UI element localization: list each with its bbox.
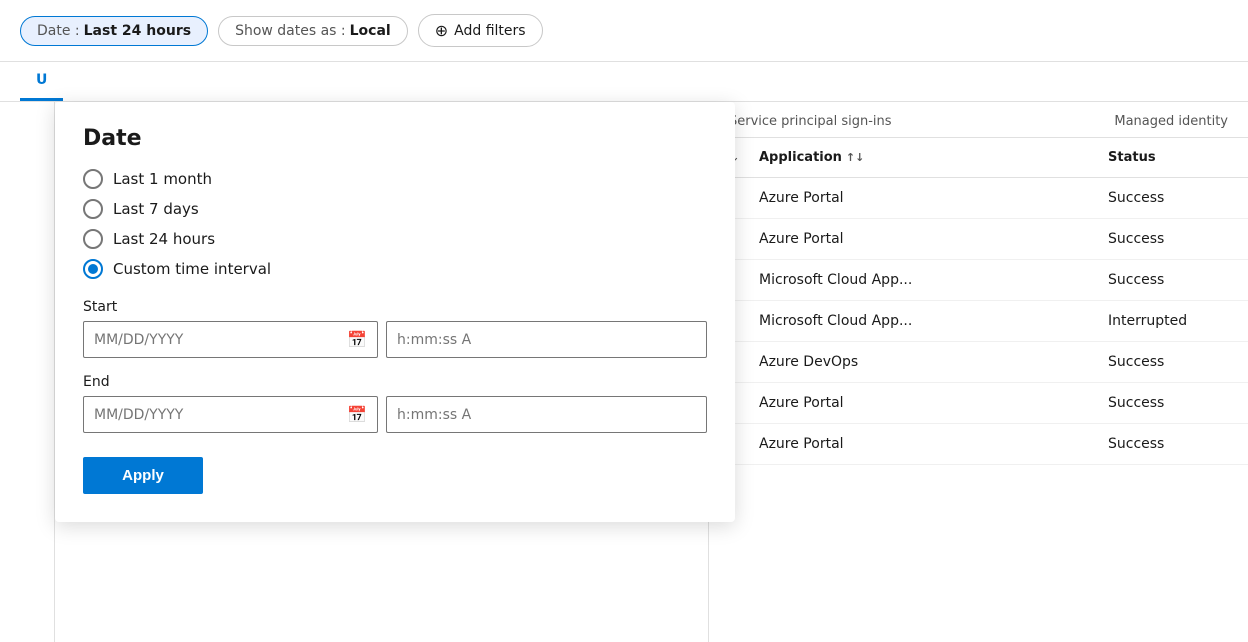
start-time-input[interactable]	[397, 332, 696, 348]
end-time-input-wrapper[interactable]	[386, 396, 707, 433]
start-date-input-wrapper[interactable]: 📅	[83, 321, 378, 358]
app-cell: Azure DevOps	[759, 354, 1108, 370]
status-cell: Success	[1108, 436, 1228, 452]
app-cell: Microsoft Cloud App...	[759, 313, 1108, 329]
status-cell: Success	[1108, 354, 1228, 370]
app-cell: Azure Portal	[759, 231, 1108, 247]
application-sort-icon[interactable]: ↑↓	[846, 151, 864, 164]
table-section-label: Service principal sign-ins Managed ident…	[709, 102, 1248, 138]
date-dropdown-title: Date	[83, 126, 707, 151]
end-date-input[interactable]	[94, 407, 347, 423]
start-fields-section: Start 📅	[83, 299, 707, 358]
date-filter-pill[interactable]: Date : Last 24 hours	[20, 16, 208, 46]
app-cell: Azure Portal	[759, 190, 1108, 206]
show-dates-label: Show dates as :	[235, 23, 346, 39]
col-status-header: Status	[1108, 150, 1228, 165]
add-filters-icon: ⊕	[435, 21, 448, 40]
radio-circle-last7days	[83, 199, 103, 219]
radio-circle-last1month	[83, 169, 103, 189]
table-row[interactable]: Azure Portal Success	[709, 219, 1248, 260]
start-time-input-wrapper[interactable]	[386, 321, 707, 358]
radio-circle-last24hours	[83, 229, 103, 249]
application-header-label: Application	[759, 150, 842, 165]
table-row[interactable]: Azure Portal Success	[709, 383, 1248, 424]
status-cell: Success	[1108, 231, 1228, 247]
end-label: End	[83, 374, 707, 390]
end-time-input[interactable]	[397, 407, 696, 423]
end-date-input-wrapper[interactable]: 📅	[83, 396, 378, 433]
add-filters-label: Add filters	[454, 23, 525, 39]
table-row[interactable]: Microsoft Cloud App... Interrupted	[709, 301, 1248, 342]
date-pill-label: Date :	[37, 23, 80, 39]
table-row[interactable]: Azure DevOps Success	[709, 342, 1248, 383]
radio-custom[interactable]: Custom time interval	[83, 259, 707, 279]
radio-label-last7days: Last 7 days	[113, 200, 199, 218]
table-row[interactable]: Azure Portal Success	[709, 424, 1248, 465]
service-principal-label: Service principal sign-ins	[729, 114, 892, 129]
app-cell: Azure Portal	[759, 436, 1108, 452]
show-dates-pill[interactable]: Show dates as : Local	[218, 16, 408, 46]
show-dates-value: Local	[350, 23, 391, 39]
radio-circle-custom	[83, 259, 103, 279]
radio-label-custom: Custom time interval	[113, 260, 271, 278]
table-area: Service principal sign-ins Managed ident…	[708, 102, 1248, 642]
radio-last1month[interactable]: Last 1 month	[83, 169, 707, 189]
add-filters-button[interactable]: ⊕ Add filters	[418, 14, 543, 47]
managed-identity-label: Managed identity	[1114, 114, 1228, 129]
radio-last24hours[interactable]: Last 24 hours	[83, 229, 707, 249]
page-wrapper: Date : Last 24 hours Show dates as : Loc…	[0, 0, 1248, 642]
end-date-row: 📅	[83, 396, 707, 433]
date-pill-value: Last 24 hours	[84, 23, 191, 39]
apply-button[interactable]: Apply	[83, 457, 203, 494]
start-label: Start	[83, 299, 707, 315]
left-strip	[0, 102, 55, 642]
start-date-input[interactable]	[94, 332, 347, 348]
radio-group: Last 1 month Last 7 days Last 24 hours C…	[83, 169, 707, 279]
radio-label-last24hours: Last 24 hours	[113, 230, 215, 248]
table-header: ↓ Application ↑↓ Status	[709, 138, 1248, 178]
radio-label-last1month: Last 1 month	[113, 170, 212, 188]
start-calendar-icon[interactable]: 📅	[347, 330, 367, 349]
tab-user-sign-ins[interactable]: U	[20, 62, 63, 101]
filter-bar: Date : Last 24 hours Show dates as : Loc…	[0, 0, 1248, 62]
date-dropdown-panel: Date Last 1 month Last 7 days Last 24 ho…	[55, 102, 735, 522]
end-calendar-icon[interactable]: 📅	[347, 405, 367, 424]
app-cell: Microsoft Cloud App...	[759, 272, 1108, 288]
status-cell: Success	[1108, 190, 1228, 206]
app-cell: Azure Portal	[759, 395, 1108, 411]
table-row[interactable]: Microsoft Cloud App... Success	[709, 260, 1248, 301]
status-cell: Success	[1108, 272, 1228, 288]
status-cell: Interrupted	[1108, 313, 1228, 329]
end-fields-section: End 📅	[83, 374, 707, 433]
status-cell: Success	[1108, 395, 1228, 411]
table-body: Azure Portal Success Azure Portal Succes…	[709, 178, 1248, 465]
main-content: Date Last 1 month Last 7 days Last 24 ho…	[0, 102, 1248, 642]
start-date-row: 📅	[83, 321, 707, 358]
table-row[interactable]: Azure Portal Success	[709, 178, 1248, 219]
radio-last7days[interactable]: Last 7 days	[83, 199, 707, 219]
col-application-header: Application ↑↓	[759, 150, 1108, 165]
tab-bar: U	[0, 62, 1248, 102]
